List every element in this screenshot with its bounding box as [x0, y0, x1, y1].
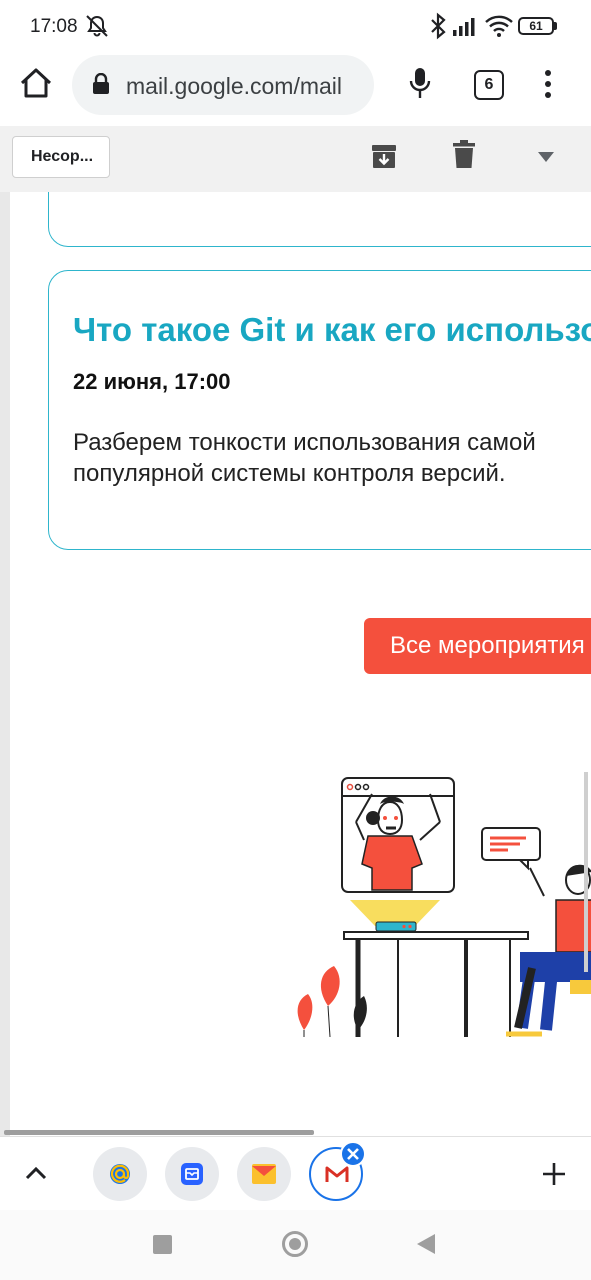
- address-bar[interactable]: mail.google.com/mail: [72, 55, 374, 115]
- battery-indicator: 61: [518, 17, 554, 35]
- close-tab-badge[interactable]: [340, 1141, 366, 1167]
- home-nav-button[interactable]: [282, 1231, 308, 1257]
- event-description: Разберем тонкости использования самой по…: [73, 429, 536, 487]
- gmail-toolbar: Несор...: [0, 126, 591, 193]
- at-sign-icon: [110, 1164, 130, 1184]
- horizontal-scrollbar[interactable]: [4, 1130, 314, 1135]
- more-vert-icon[interactable]: [542, 68, 554, 100]
- yellow-envelope-icon: [252, 1164, 276, 1184]
- signal-icon: [453, 18, 475, 36]
- back-to-folder-button[interactable]: Несор...: [12, 136, 110, 178]
- status-time: 17:08: [30, 16, 78, 37]
- lock-icon: [93, 73, 109, 94]
- mail-app-chip[interactable]: [165, 1147, 219, 1201]
- plus-icon[interactable]: [542, 1162, 566, 1186]
- status-bar: 17:08 61: [0, 0, 591, 52]
- email-body[interactable]: Что такое Git и как его использовать 22 …: [0, 192, 591, 1136]
- archive-icon[interactable]: [370, 142, 398, 170]
- battery-tip: [554, 22, 557, 30]
- event-title[interactable]: Что такое Git и как его использовать: [73, 311, 591, 349]
- system-nav-bar: [0, 1210, 591, 1280]
- recents-button[interactable]: [153, 1235, 172, 1254]
- recent-apps-bar: [0, 1136, 591, 1211]
- wifi-icon: [485, 15, 513, 37]
- muted-bell-icon: [86, 15, 108, 37]
- home-nav-dot: [289, 1238, 301, 1250]
- mic-icon[interactable]: [408, 66, 432, 102]
- trash-icon[interactable]: [452, 140, 476, 170]
- video-call-illustration: [297, 772, 591, 1038]
- tab-switcher-button[interactable]: 6: [474, 70, 504, 100]
- yandex-mail-app-chip[interactable]: [237, 1147, 291, 1201]
- gmail-icon: [325, 1166, 349, 1182]
- content-left-margin: [0, 192, 10, 1136]
- close-icon: [347, 1148, 359, 1160]
- event-date: 22 июня, 17:00: [73, 369, 231, 394]
- back-nav-icon[interactable]: [416, 1233, 436, 1255]
- bluetooth-icon: [431, 12, 446, 40]
- browser-toolbar: mail.google.com/mail 6: [0, 52, 591, 126]
- home-icon[interactable]: [18, 66, 54, 100]
- caret-down-icon[interactable]: [538, 152, 554, 162]
- envelope-icon: [181, 1163, 203, 1185]
- event-card: Что такое Git и как его использовать 22 …: [48, 270, 591, 550]
- mail-ru-app-chip[interactable]: [93, 1147, 147, 1201]
- event-card-previous: [48, 192, 591, 247]
- all-events-button[interactable]: Все мероприятия: [364, 618, 591, 674]
- url-text: mail.google.com/mail: [126, 73, 343, 99]
- chevron-up-icon[interactable]: [24, 1165, 48, 1181]
